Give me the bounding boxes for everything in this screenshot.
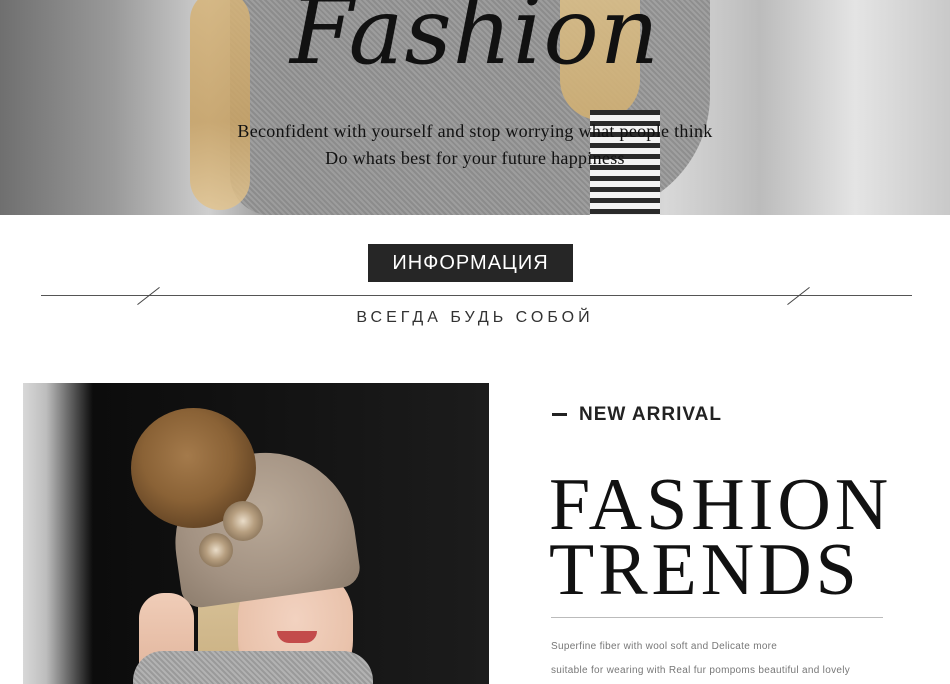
divider-slash-left <box>137 286 160 306</box>
model-smile-graphic <box>277 631 317 643</box>
product-description-line1: Superfine fiber with wool soft and Delic… <box>551 641 778 652</box>
hero-subtitle-line1: Beconfident with yourself and stop worry… <box>237 121 713 141</box>
hero-subtitle-line2: Do whats best for your future happiness <box>325 148 625 168</box>
divider-slash-right <box>787 286 810 306</box>
hero-banner: Fashion Beconfident with yourself and st… <box>0 0 950 215</box>
section-divider-line <box>41 295 912 296</box>
title-trends: TRENDS <box>549 529 861 611</box>
model-scarf-graphic <box>133 651 373 684</box>
new-arrival-dash-icon <box>552 413 567 416</box>
new-arrival-label: NEW ARRIVAL <box>579 404 722 425</box>
section-tagline: ВСЕГДА БУДЬ СОБОЙ <box>356 309 594 326</box>
flower-ornament-graphic-small <box>199 533 233 567</box>
product-photo <box>23 383 489 684</box>
product-description-line2: suitable for wearing with Real fur pompo… <box>551 665 851 676</box>
title-divider <box>551 617 883 618</box>
hero-script-title: Fashion <box>290 0 660 85</box>
flower-ornament-graphic <box>223 501 263 541</box>
info-badge: ИНФОРМАЦИЯ <box>368 244 573 282</box>
